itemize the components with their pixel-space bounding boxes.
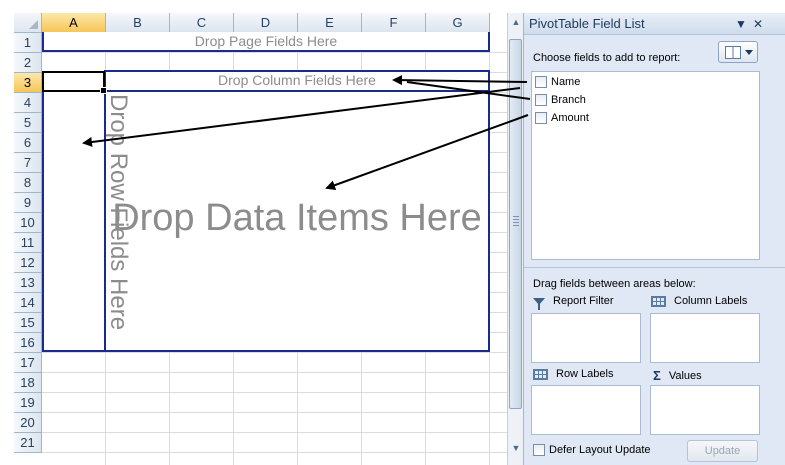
values-label: Values <box>668 369 702 382</box>
scrollbar-thumb[interactable] <box>509 39 522 409</box>
row-header-16[interactable]: 16 <box>14 333 42 353</box>
scroll-up-icon[interactable]: ▲ <box>509 14 523 30</box>
sigma-icon: Σ <box>653 368 661 383</box>
column-header-c[interactable]: C <box>170 13 234 33</box>
row-labels-label: Row Labels <box>556 368 614 380</box>
chevron-down-icon <box>745 50 753 55</box>
row-header-12[interactable]: 12 <box>14 253 42 273</box>
gridline <box>42 452 507 453</box>
column-labels-area[interactable] <box>650 313 760 363</box>
defer-layout-checkbox[interactable] <box>533 444 545 456</box>
field-checkbox-name[interactable] <box>535 76 547 88</box>
active-cell-a3[interactable] <box>42 71 107 94</box>
field-item-amount[interactable]: Amount <box>535 110 589 126</box>
drag-fields-label: Drag fields between areas below: <box>533 278 696 290</box>
pivottable-field-list: PivotTable Field List ▼ ✕ Choose fields … <box>523 13 785 465</box>
report-filter-area[interactable] <box>531 313 641 363</box>
gridline <box>42 52 507 53</box>
row-header-20[interactable]: 20 <box>14 413 42 433</box>
row-header-13[interactable]: 13 <box>14 273 42 293</box>
row-labels-header: Row Labels <box>533 368 613 380</box>
gridline <box>42 392 507 393</box>
data-items-drop-text: Drop Data Items Here <box>112 197 482 239</box>
panel-splitter[interactable] <box>524 267 785 268</box>
defer-layout-label: Defer Layout Update <box>549 444 651 456</box>
field-list: Name Branch Amount <box>531 71 760 260</box>
field-label: Name <box>551 76 581 88</box>
panel-dropdown-icon[interactable]: ▼ <box>735 16 747 32</box>
report-filter-header: Report Filter <box>533 295 614 310</box>
gridline <box>42 352 507 353</box>
row-labels-area[interactable] <box>531 385 641 435</box>
field-label: Branch <box>551 94 586 106</box>
row-header-9[interactable]: 9 <box>14 193 42 213</box>
gridline <box>42 432 507 433</box>
field-checkbox-branch[interactable] <box>535 94 547 106</box>
row-header-19[interactable]: 19 <box>14 393 42 413</box>
field-checkbox-amount[interactable] <box>535 112 547 124</box>
sheet-top-edge <box>0 0 507 13</box>
column-header-g[interactable]: G <box>426 13 490 33</box>
choose-fields-label: Choose fields to add to report: <box>533 52 681 64</box>
row-labels-icon <box>533 368 548 380</box>
column-header-f[interactable]: F <box>362 13 426 33</box>
report-filter-label: Report Filter <box>553 295 614 307</box>
column-header-a[interactable]: A <box>42 13 106 33</box>
row-header-8[interactable]: 8 <box>14 173 42 193</box>
defer-layout-update-row[interactable]: Defer Layout Update <box>533 444 651 456</box>
field-item-branch[interactable]: Branch <box>535 92 586 108</box>
spreadsheet[interactable]: ABCDEFG 1 2 3 4 5 6 7 8 9 10 11 12 13 14 15 16 17 18 19 20 2… <box>0 0 507 465</box>
column-header-d[interactable]: D <box>234 13 298 33</box>
close-icon[interactable]: ✕ <box>753 16 763 32</box>
scroll-down-icon[interactable]: ▼ <box>509 440 523 456</box>
grip-icon <box>513 216 519 226</box>
field-list-layout-button[interactable] <box>718 41 758 63</box>
row-header-15[interactable]: 15 <box>14 313 42 333</box>
filter-icon <box>533 297 545 310</box>
field-item-name[interactable]: Name <box>535 74 580 90</box>
values-header: Σ Values <box>653 368 702 383</box>
sheet-left-edge <box>0 0 14 465</box>
row-header-17[interactable]: 17 <box>14 353 42 373</box>
row-header-2[interactable]: 2 <box>14 53 42 73</box>
column-labels-icon <box>651 295 666 307</box>
page-fields-drop-text: Drop Page Fields Here <box>194 33 338 49</box>
column-labels-label: Column Labels <box>674 295 748 307</box>
row-header-18[interactable]: 18 <box>14 373 42 393</box>
row-header-21[interactable]: 21 <box>14 433 42 453</box>
row-header-11[interactable]: 11 <box>14 233 42 253</box>
update-button[interactable]: Update <box>687 440 758 462</box>
gridline <box>42 372 507 373</box>
row-header-4[interactable]: 4 <box>14 93 42 113</box>
row-header-7[interactable]: 7 <box>14 153 42 173</box>
select-all-corner[interactable] <box>14 13 42 33</box>
values-area[interactable] <box>650 385 760 435</box>
row-header-1[interactable]: 1 <box>14 33 42 53</box>
row-header-3[interactable]: 3 <box>14 73 42 93</box>
column-labels-header: Column Labels <box>651 295 747 307</box>
column-header-b[interactable]: B <box>106 13 170 33</box>
row-header-10[interactable]: 10 <box>14 213 42 233</box>
row-header-14[interactable]: 14 <box>14 293 42 313</box>
gridline <box>42 412 507 413</box>
vertical-scrollbar[interactable]: ▲ ▼ <box>507 13 523 465</box>
column-fields-drop-text: Drop Column Fields Here <box>218 72 376 88</box>
row-header-6[interactable]: 6 <box>14 133 42 153</box>
layout-icon <box>725 46 741 59</box>
column-header-e[interactable]: E <box>298 13 362 33</box>
field-label: Amount <box>551 112 589 124</box>
row-fields-drop-zone[interactable] <box>42 90 106 352</box>
row-header-5[interactable]: 5 <box>14 113 42 133</box>
